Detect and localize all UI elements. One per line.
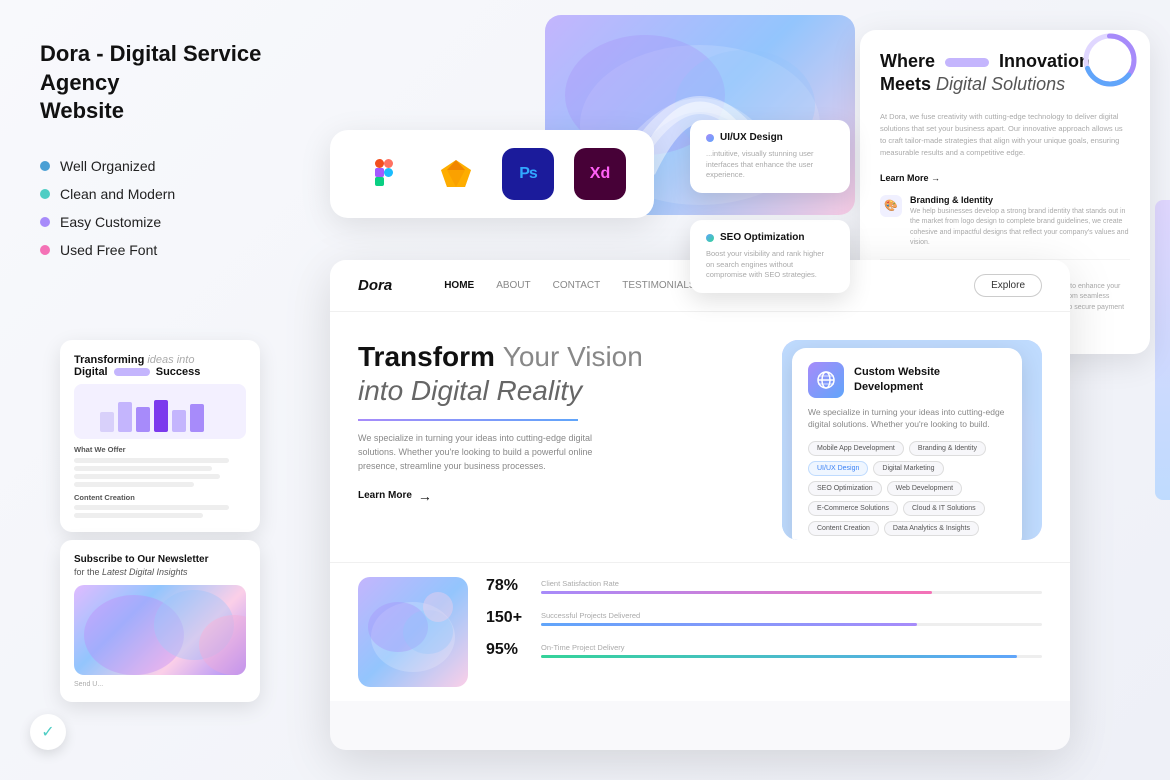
feature-label: Easy Customize — [60, 214, 161, 230]
accent-bar — [114, 368, 150, 376]
globe-icon — [808, 362, 844, 398]
figma-tool — [358, 148, 410, 200]
newsletter-subtitle: for the Latest Digital Insights — [74, 567, 246, 577]
bullet-icon — [40, 245, 50, 255]
transforming-card: Transforming ideas into Digital Success … — [60, 340, 260, 532]
wave-accent — [945, 58, 989, 67]
tag: Branding & Identity — [909, 441, 986, 456]
service-title-branding: Branding & Identity — [910, 195, 1130, 205]
circular-progress — [1080, 30, 1140, 90]
nav-testimonials[interactable]: TESTIMONIALS — [622, 280, 695, 291]
hero-cta-button[interactable]: Learn More → — [358, 488, 762, 504]
adobexd-tool: Xd — [574, 148, 626, 200]
photoshop-tool: Ps — [502, 148, 554, 200]
feature-item: Easy Customize — [40, 214, 320, 230]
preview-hero: Transform Your Vision into Digital Reali… — [330, 312, 1070, 562]
service-item-branding: 🎨 Branding & Identity We help businesses… — [880, 195, 1130, 260]
service-icon-branding: 🎨 — [880, 195, 902, 217]
tag: Digital Marketing — [873, 461, 943, 476]
newsletter-card: Subscribe to Our Newsletter for the Late… — [60, 540, 260, 702]
stat-number-3: 95% — [486, 641, 531, 659]
feature-label: Clean and Modern — [60, 186, 175, 202]
tag: UI/UX Design — [808, 461, 868, 476]
checkmark-button[interactable]: ✓ — [30, 714, 66, 750]
tag: Web Development — [887, 481, 962, 496]
stat-bar-3 — [541, 655, 1042, 658]
stats-section: 78% Client Satisfaction Rate 150+ Succes… — [330, 562, 1070, 701]
stat-number-2: 150+ — [486, 609, 531, 627]
stat-image — [358, 577, 468, 687]
nav-explore-button[interactable]: Explore — [974, 274, 1042, 297]
tag: Cloud & IT Solutions — [903, 501, 985, 516]
uiux-dot — [706, 134, 714, 142]
stat-label-1: Client Satisfaction Rate — [541, 579, 1042, 588]
stat-row-2: 150+ Successful Projects Delivered — [486, 609, 1042, 627]
content-creation-label: Content Creation — [74, 493, 246, 502]
send-label: Send U... — [74, 681, 246, 688]
sketch-tool — [430, 148, 482, 200]
nav-about[interactable]: ABOUT — [496, 280, 530, 291]
services-heading: Where Innovation Meets Digital Solutions — [880, 50, 1090, 97]
seo-desc: Boost your visibility and rank higher on… — [706, 249, 834, 281]
newsletter-title: Subscribe to Our Newsletter — [74, 554, 246, 565]
feature-label: Well Organized — [60, 158, 155, 174]
services-desc: At Dora, we fuse creativity with cutting… — [880, 111, 1130, 159]
cta-arrow-icon: → — [418, 488, 432, 504]
hero-left: Transform Your Vision into Digital Reali… — [358, 340, 762, 562]
stat-bar-2 — [541, 623, 1042, 626]
stat-row-1: 78% Client Satisfaction Rate — [486, 577, 1042, 595]
uiux-desc: ...intuitive, visually stunning user int… — [706, 149, 834, 181]
bullet-icon — [40, 189, 50, 199]
feature-item: Well Organized — [40, 158, 320, 174]
uiux-card: UI/UX Design ...intuitive, visually stun… — [690, 120, 850, 193]
nav-home[interactable]: HOME — [444, 280, 474, 291]
stat-label-2: Successful Projects Delivered — [541, 611, 1042, 620]
tag: Content Creation — [808, 521, 879, 536]
hero-3d-image: Custom WebsiteDevelopment We specialize … — [782, 340, 1042, 540]
bullet-icon — [40, 161, 50, 171]
feature-label: Used Free Font — [60, 242, 157, 258]
feature-item: Used Free Font — [40, 242, 320, 258]
stat-number-1: 78% — [486, 577, 531, 595]
tag: Mobile App Development — [808, 441, 904, 456]
left-panel: Dora - Digital Service Agency Website We… — [40, 40, 320, 258]
feature-item: Clean and Modern — [40, 186, 320, 202]
seo-card: SEO Optimization Boost your visibility a… — [690, 220, 850, 293]
cw-title: Custom WebsiteDevelopment — [854, 365, 940, 394]
nav-logo: Dora — [358, 277, 392, 294]
seo-dot — [706, 234, 714, 242]
offer-list — [74, 458, 246, 487]
stat-bar-1 — [541, 591, 1042, 594]
custom-website-card: Custom WebsiteDevelopment We specialize … — [792, 348, 1022, 541]
seo-title: SEO Optimization — [720, 232, 804, 243]
tag: E-Commerce Solutions — [808, 501, 898, 516]
hero-subtitle: We specialize in turning your ideas into… — [358, 431, 618, 474]
stat-col: 78% Client Satisfaction Rate 150+ Succes… — [486, 577, 1042, 687]
hero-title: Transform Your Vision into Digital Reali… — [358, 340, 762, 407]
newsletter-image — [74, 585, 246, 675]
stat-row-3: 95% On-Time Project Delivery — [486, 641, 1042, 659]
lbc-title: Transforming ideas into Digital Success — [74, 354, 246, 378]
bullet-icon — [40, 217, 50, 227]
stat-label-3: On-Time Project Delivery — [541, 643, 1042, 652]
chart-placeholder — [74, 384, 246, 439]
services-cta[interactable]: Learn More → — [880, 173, 1130, 183]
what-we-offer: What We Offer — [74, 445, 246, 454]
main-title: Dora - Digital Service Agency Website — [40, 40, 320, 126]
tags-row: Mobile App Development Branding & Identi… — [808, 441, 1006, 536]
hero-underline — [358, 419, 578, 421]
cw-desc: We specialize in turning your ideas into… — [808, 406, 1006, 432]
website-preview: Dora HOME ABOUT CONTACT TESTIMONIALS PAG… — [330, 260, 1070, 750]
tag: SEO Optimization — [808, 481, 882, 496]
tools-card: Ps Xd — [330, 130, 654, 218]
service-desc-branding: We help businesses develop a strong bran… — [910, 207, 1130, 249]
tag: Data Analytics & Insights — [884, 521, 979, 536]
uiux-title: UI/UX Design — [720, 132, 783, 143]
nav-contact[interactable]: CONTACT — [553, 280, 601, 291]
right-edge-decoration — [1155, 200, 1170, 500]
feature-list: Well Organized Clean and Modern Easy Cus… — [40, 158, 320, 258]
